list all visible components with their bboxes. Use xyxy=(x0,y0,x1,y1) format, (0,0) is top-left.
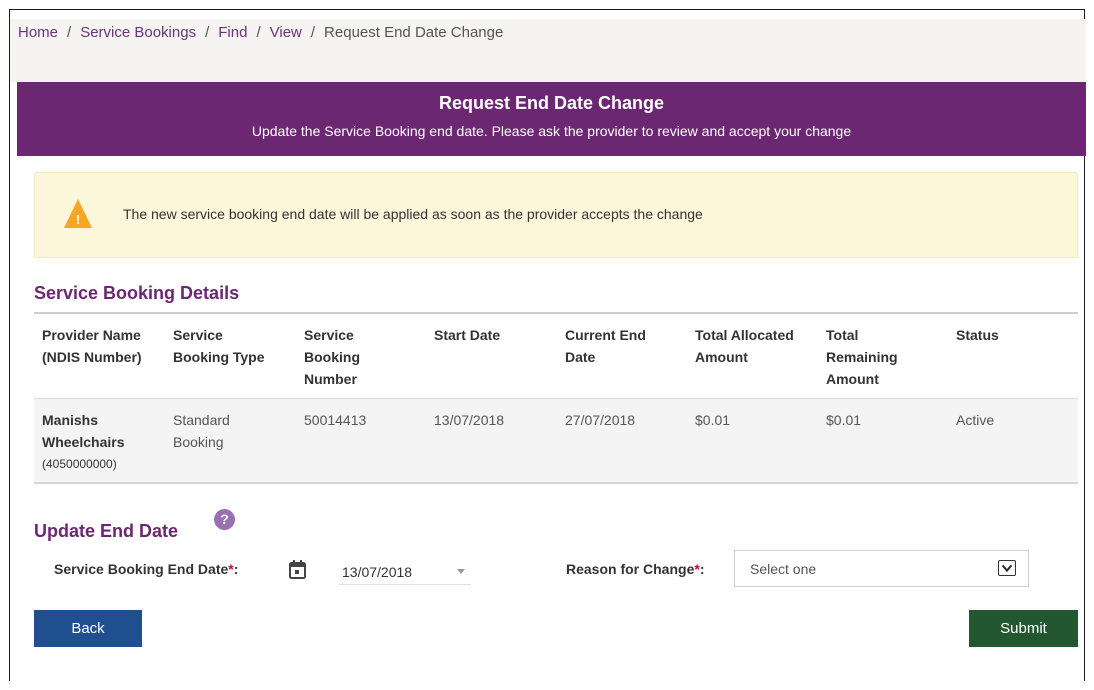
ndis-number: (4050000000) xyxy=(42,457,117,471)
cell-total-allocated: $0.01 xyxy=(695,412,731,428)
column-header-line: Amount xyxy=(826,371,879,387)
column-header-line: Booking Type xyxy=(173,349,265,365)
submit-button[interactable]: Submit xyxy=(969,610,1078,647)
update-end-date-heading: Update End Date xyxy=(34,521,179,541)
breadcrumb-separator: / xyxy=(67,24,72,41)
cell-status: Active xyxy=(956,412,995,428)
help-icon[interactable]: ? xyxy=(214,509,235,530)
column-header-provider: Provider Name (NDIS Number) xyxy=(42,324,142,368)
column-header-start-date: Start Date xyxy=(434,324,500,346)
column-header-line: Booking xyxy=(304,349,360,365)
booking-type-line: Standard xyxy=(173,412,230,428)
title-banner: Request End Date Change Update the Servi… xyxy=(17,82,1086,156)
label-colon: : xyxy=(699,561,705,577)
column-header-line: (NDIS Number) xyxy=(42,349,142,365)
warning-alert: ! The new service booking end date will … xyxy=(34,172,1078,258)
column-header-line: Status xyxy=(956,327,999,343)
reason-select-value: Select one xyxy=(750,561,817,577)
column-header-total-remaining: Total Remaining Amount xyxy=(826,324,898,390)
column-header-line: Remaining xyxy=(826,349,898,365)
end-date-input[interactable] xyxy=(339,560,471,585)
breadcrumb-separator: / xyxy=(205,24,210,41)
column-header-status: Status xyxy=(956,324,999,346)
column-header-line: Start Date xyxy=(434,327,501,343)
back-button[interactable]: Back xyxy=(34,610,142,647)
reason-select[interactable]: Select one xyxy=(734,550,1029,587)
breadcrumb-current: Request End Date Change xyxy=(324,24,504,41)
column-header-line: Provider Name xyxy=(42,327,141,343)
column-header-total-allocated: Total Allocated Amount xyxy=(695,324,794,368)
breadcrumb-home[interactable]: Home xyxy=(18,24,58,41)
reason-label: Reason for Change*: xyxy=(566,561,704,577)
breadcrumb-view[interactable]: View xyxy=(270,24,302,41)
end-date-label-text: Service Booking End Date xyxy=(54,561,229,577)
page-title: Request End Date Change xyxy=(438,93,665,113)
provider-name-line: Manishs xyxy=(42,412,99,428)
column-header-current-end-date: Current End Date xyxy=(565,324,646,368)
breadcrumb-service-bookings[interactable]: Service Bookings xyxy=(80,24,196,41)
warning-icon: ! xyxy=(64,199,92,228)
reason-label-text: Reason for Change xyxy=(566,561,695,577)
service-booking-details-heading: Service Booking Details xyxy=(34,283,240,303)
page-subtitle: Update the Service Booking end date. Ple… xyxy=(251,123,852,139)
cell-start-date: 13/07/2018 xyxy=(434,412,505,428)
column-header-line: Service xyxy=(304,327,354,343)
column-header-booking-number: Service Booking Number xyxy=(304,324,360,390)
breadcrumb: Home / Service Bookings / Find / View / … xyxy=(18,24,503,41)
table-header-rule xyxy=(34,312,1078,314)
cell-provider-name: Manishs Wheelchairs (4050000000) xyxy=(42,409,124,475)
column-header-line: Number xyxy=(304,371,357,387)
chevron-down-icon[interactable] xyxy=(457,569,465,574)
column-header-line: Service xyxy=(173,327,223,343)
breadcrumb-separator: / xyxy=(310,24,316,41)
cell-current-end-date: 27/07/2018 xyxy=(565,412,636,428)
column-header-line: Amount xyxy=(695,349,748,365)
booking-type-line: Booking xyxy=(173,434,224,450)
alert-message: The new service booking end date will be… xyxy=(123,206,703,222)
breadcrumb-separator: / xyxy=(256,24,261,41)
breadcrumb-bar: Home / Service Bookings / Find / View / … xyxy=(10,19,1086,82)
breadcrumb-find[interactable]: Find xyxy=(218,24,247,41)
column-header-line: Current End xyxy=(565,327,646,343)
column-header-booking-type: Service Booking Type xyxy=(173,324,265,368)
chevron-down-icon[interactable] xyxy=(998,560,1016,576)
label-colon: : xyxy=(233,561,239,577)
column-header-line: Total Allocated xyxy=(695,327,794,343)
cell-booking-number: 50014413 xyxy=(304,412,367,428)
cell-booking-type: Standard Booking xyxy=(173,409,230,453)
calendar-icon[interactable] xyxy=(289,560,306,579)
provider-name-line: Wheelchairs xyxy=(42,434,125,450)
column-header-line: Total xyxy=(826,327,859,343)
end-date-label: Service Booking End Date*: xyxy=(54,561,238,577)
column-header-line: Date xyxy=(565,349,596,365)
cell-total-remaining: $0.01 xyxy=(826,412,862,428)
warning-icon-glyph: ! xyxy=(76,212,80,227)
